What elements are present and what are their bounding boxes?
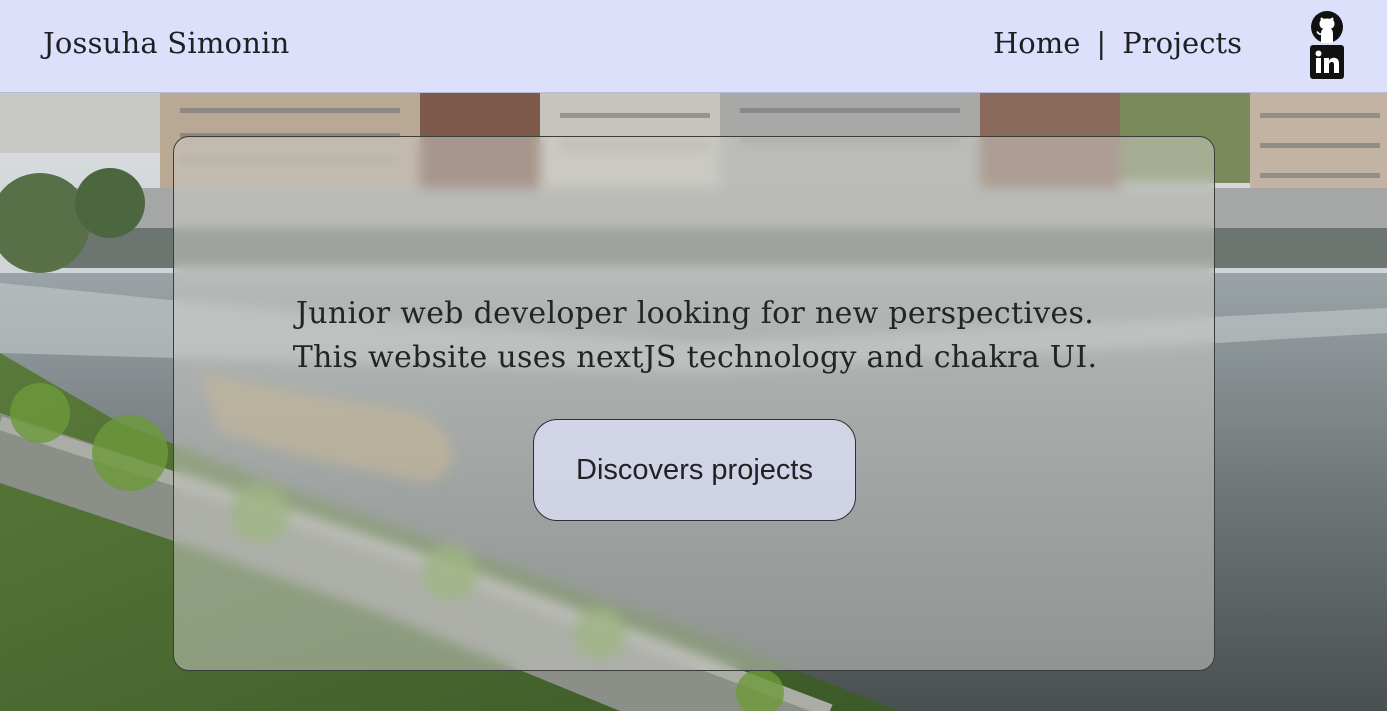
main-nav: Home | Projects bbox=[993, 26, 1242, 60]
site-header: Jossuha Simonin Home | Projects bbox=[0, 0, 1387, 93]
linkedin-icon bbox=[1310, 45, 1344, 79]
intro-text: Junior web developer looking for new per… bbox=[174, 292, 1216, 380]
nav-home-link[interactable]: Home bbox=[993, 26, 1080, 60]
nav-separator: | bbox=[1096, 26, 1107, 60]
brand-link[interactable]: Jossuha Simonin bbox=[43, 26, 289, 60]
github-link[interactable] bbox=[1310, 10, 1344, 44]
nav-projects-link[interactable]: Projects bbox=[1122, 26, 1242, 60]
hero-card: Junior web developer looking for new per… bbox=[173, 136, 1215, 671]
linkedin-link[interactable] bbox=[1310, 45, 1344, 79]
intro-line-2: This website uses nextJS technology and … bbox=[292, 340, 1098, 375]
intro-line-1: Junior web developer looking for new per… bbox=[295, 296, 1095, 331]
github-icon bbox=[1311, 11, 1343, 43]
discover-projects-button[interactable]: Discovers projects bbox=[533, 419, 856, 521]
social-links bbox=[1310, 10, 1344, 80]
